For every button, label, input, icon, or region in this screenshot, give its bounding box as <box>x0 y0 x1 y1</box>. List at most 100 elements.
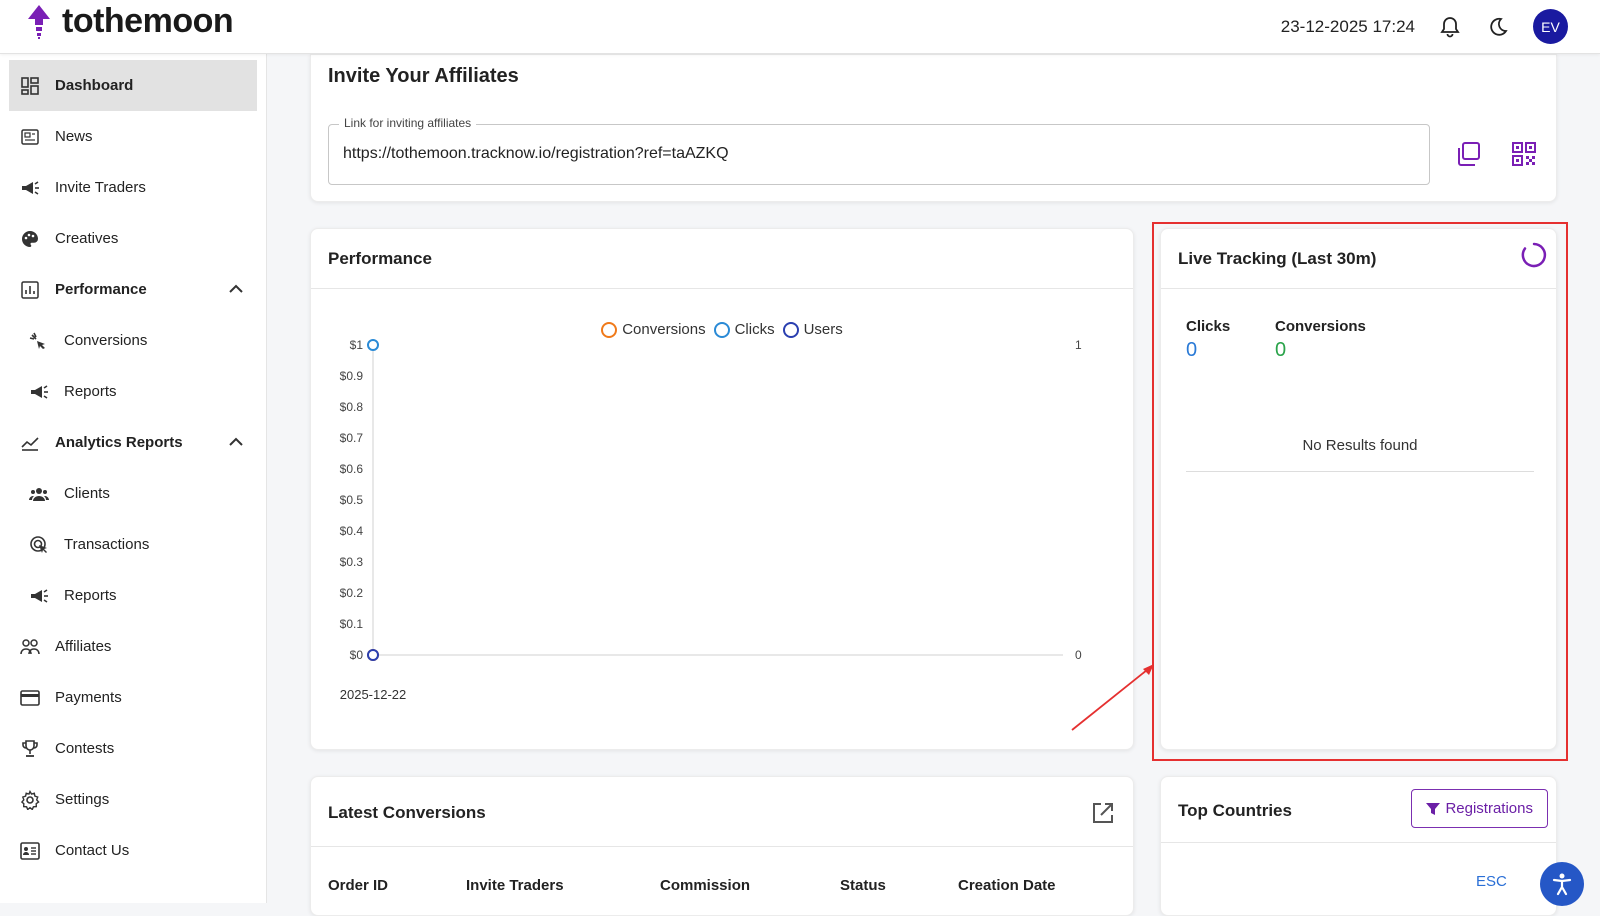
sidebar-item-analytics-reports[interactable]: Analytics Reports <box>9 417 257 468</box>
sidebar-item-label: Dashboard <box>55 77 134 94</box>
registrations-filter-button[interactable]: Registrations <box>1411 789 1548 828</box>
top-countries-title: Top Countries <box>1178 801 1292 820</box>
accessibility-icon[interactable] <box>1540 862 1584 906</box>
sidebar-item-reports[interactable]: Reports <box>9 366 257 417</box>
sidebar-item-label: Conversions <box>64 332 148 349</box>
line-chart-icon <box>18 431 42 455</box>
y-tick-label: $0 <box>350 648 364 662</box>
invite-affiliates-card: Invite Your Affiliates Link for inviting… <box>310 54 1557 202</box>
sidebar-item-label: Payments <box>55 689 122 706</box>
esc-link[interactable]: ESC <box>1476 873 1507 890</box>
sidebar-item-dashboard[interactable]: Dashboard <box>9 60 257 111</box>
column-header-invite-traders[interactable]: Invite Traders <box>466 877 564 894</box>
latest-conversions-title: Latest Conversions <box>328 803 486 822</box>
y-tick-label: $1 <box>350 338 364 352</box>
palette-icon <box>18 227 42 251</box>
qr-code-icon[interactable] <box>1507 137 1541 171</box>
dark-mode-moon-icon[interactable] <box>1485 14 1511 40</box>
current-datetime: 23-12-2025 17:24 <box>1280 16 1415 36</box>
notification-bell-icon[interactable] <box>1437 14 1463 40</box>
news-icon <box>18 125 42 149</box>
filter-icon <box>1426 802 1441 815</box>
sidebar-item-contact-us[interactable]: Contact Us <box>9 825 257 876</box>
logo[interactable]: tothemoon <box>26 2 234 41</box>
live-tracking-card: Live Tracking (Last 30m) Clicks 0 Conver… <box>1160 228 1557 750</box>
sidebar-item-invite-traders[interactable]: Invite Traders <box>9 162 257 213</box>
top-right-controls: 23-12-2025 17:24 EV <box>1281 9 1568 44</box>
affiliates-icon <box>18 635 42 659</box>
column-header-creation-date[interactable]: Creation Date <box>958 877 1056 894</box>
y-tick-label: $0.1 <box>340 617 364 631</box>
divider <box>1186 471 1534 472</box>
gear-icon <box>18 788 42 812</box>
sidebar-item-contests[interactable]: Contests <box>9 723 257 774</box>
invite-link-field[interactable]: Link for inviting affiliates https://tot… <box>328 116 1430 185</box>
performance-chart: $0 $0.1 $0.2 $0.3 $0.4 $0.5 $0.6 $0.7 $0.8 $0.9 $1… <box>340 338 1082 702</box>
copy-icon[interactable] <box>1451 137 1485 171</box>
column-header-order-id[interactable]: Order ID <box>328 877 388 894</box>
column-header-status[interactable]: Status <box>840 877 886 894</box>
sidebar-item-news[interactable]: News <box>9 111 257 162</box>
sidebar-item-label: Creatives <box>55 230 119 247</box>
registrations-filter-label: Registrations <box>1445 800 1533 817</box>
no-results-text: No Results found <box>1302 437 1418 454</box>
megaphone-icon <box>18 176 42 200</box>
y-tick-label: $0.9 <box>340 369 364 383</box>
sidebar-item-label: Reports <box>64 587 117 604</box>
live-clicks-stat: Clicks 0 <box>1186 318 1230 362</box>
sidebar-item-settings[interactable]: Settings <box>9 774 257 825</box>
sidebar-item-label: Affiliates <box>55 638 112 655</box>
sidebar-item-conversions[interactable]: Conversions <box>9 315 257 366</box>
sidebar-item-affiliates[interactable]: Affiliates <box>9 621 257 672</box>
y-tick-label: $0.6 <box>340 462 364 476</box>
performance-title: Performance <box>328 249 432 268</box>
sidebar-item-performance[interactable]: Performance <box>9 264 257 315</box>
sidebar-item-label: Clients <box>64 485 110 502</box>
live-tracking-title: Live Tracking (Last 30m) <box>1178 249 1377 268</box>
x-tick-label: 2025-12-22 <box>340 687 407 702</box>
y-tick-label: $0.8 <box>340 400 364 414</box>
contact-icon <box>18 839 42 863</box>
invite-title: Invite Your Affiliates <box>328 65 519 87</box>
logo-text: tothemoon <box>62 2 234 40</box>
sidebar-item-label: Analytics Reports <box>55 434 183 451</box>
latest-conversions-card: Latest Conversions Order ID Invite Trade… <box>310 776 1134 916</box>
data-point-clicks <box>367 339 379 351</box>
live-conversions-value: 0 <box>1275 339 1287 361</box>
y2-tick-label: 1 <box>1075 338 1082 352</box>
sidebar-item-creatives[interactable]: Creatives <box>9 213 257 264</box>
column-header-commission[interactable]: Commission <box>660 877 750 894</box>
sidebar-item-analytics-reports-reports[interactable]: Reports <box>9 570 257 621</box>
bar-chart-icon <box>18 278 42 302</box>
sidebar-item-label: Settings <box>55 791 110 808</box>
sidebar-item-label: Transactions <box>64 536 150 553</box>
invite-link-label: Link for inviting affiliates <box>339 116 477 130</box>
sidebar-item-transactions[interactable]: Transactions <box>9 519 257 570</box>
top-countries-card: Top Countries Registrations <box>1160 776 1557 916</box>
live-tracking-header: Live Tracking (Last 30m) <box>1161 229 1556 289</box>
sidebar-item-label: Performance <box>55 281 147 298</box>
loading-spinner-icon <box>1521 242 1547 268</box>
sidebar-item-label: Contact Us <box>55 842 130 859</box>
clients-icon <box>27 482 51 506</box>
data-point-users <box>367 649 379 661</box>
sidebar-item-label: News <box>55 128 93 145</box>
megaphone-icon <box>27 584 51 608</box>
chevron-up-icon[interactable] <box>229 433 243 450</box>
y-tick-label: $0.3 <box>340 555 364 569</box>
user-avatar[interactable]: EV <box>1533 9 1568 44</box>
open-external-icon[interactable] <box>1091 801 1115 825</box>
annotation-arrow <box>1071 664 1154 731</box>
live-conversions-label: Conversions <box>1275 318 1366 335</box>
live-conversions-stat: Conversions 0 <box>1275 318 1366 362</box>
invite-link-value[interactable]: https://tothemoon.tracknow.io/registrati… <box>343 145 729 163</box>
sidebar-item-clients[interactable]: Clients <box>9 468 257 519</box>
sidebar-item-payments[interactable]: Payments <box>9 672 257 723</box>
y-tick-label: $0.4 <box>340 524 364 538</box>
sidebar-item-label: Invite Traders <box>55 179 146 196</box>
sidebar-item-label: Reports <box>64 383 117 400</box>
performance-card: Performance Conversions Clicks Users $0 $0.… <box>310 228 1134 750</box>
dashboard-icon <box>18 74 42 98</box>
chevron-up-icon[interactable] <box>229 280 243 297</box>
performance-header: Performance <box>311 229 1133 289</box>
